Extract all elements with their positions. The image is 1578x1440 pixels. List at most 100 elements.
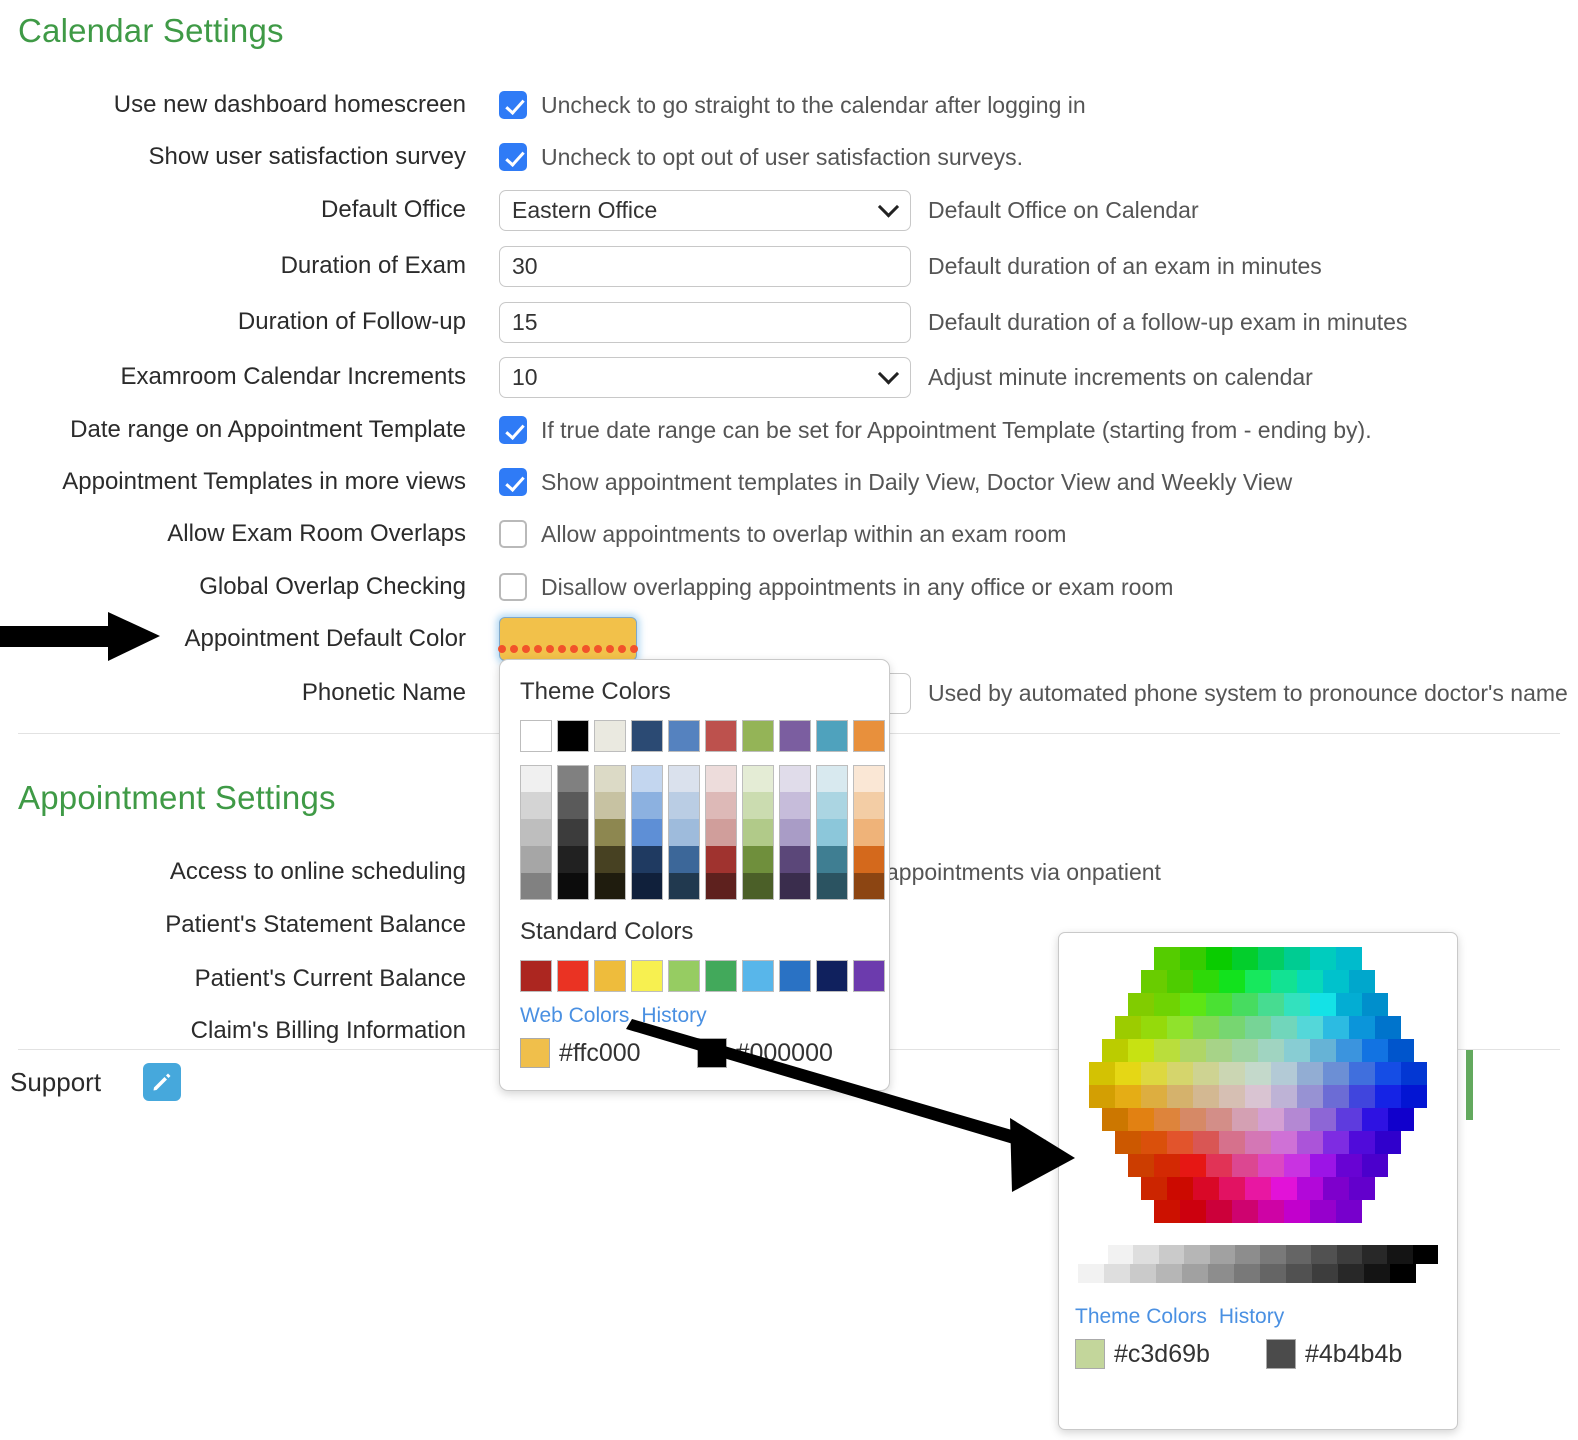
theme-tint-swatch[interactable] xyxy=(742,792,774,819)
wheel-swatch[interactable] xyxy=(1323,1062,1349,1085)
theme-tint-swatch[interactable] xyxy=(520,846,552,873)
wheel-swatch[interactable] xyxy=(1232,1154,1258,1177)
theme-color-swatch[interactable] xyxy=(742,720,774,752)
wheel-swatch[interactable] xyxy=(1258,947,1284,970)
wheel-swatch[interactable] xyxy=(1128,1108,1154,1131)
standard-color-swatch[interactable] xyxy=(779,960,811,992)
wheel-swatch[interactable] xyxy=(1323,1016,1349,1039)
theme-tint-swatch[interactable] xyxy=(631,873,663,900)
wheel-swatch[interactable] xyxy=(1245,1177,1271,1200)
gray-swatch[interactable] xyxy=(1312,1264,1338,1283)
theme-tint-swatch[interactable] xyxy=(668,846,700,873)
theme-tint-swatch[interactable] xyxy=(520,873,552,900)
wheel-swatch[interactable] xyxy=(1154,993,1180,1016)
wheel-swatch[interactable] xyxy=(1297,1177,1323,1200)
theme-color-swatch[interactable] xyxy=(557,720,589,752)
wheel-swatch[interactable] xyxy=(1271,970,1297,993)
theme-tint-swatch[interactable] xyxy=(668,819,700,846)
theme-tint-swatch[interactable] xyxy=(742,819,774,846)
wheel-swatch[interactable] xyxy=(1232,993,1258,1016)
theme-color-swatch[interactable] xyxy=(668,720,700,752)
wheel-swatch[interactable] xyxy=(1336,993,1362,1016)
theme-tint-swatch[interactable] xyxy=(816,792,848,819)
web-history-link[interactable]: History xyxy=(1219,1305,1284,1328)
theme-colors-link[interactable]: Theme Colors xyxy=(1075,1305,1207,1328)
wheel-swatch[interactable] xyxy=(1362,1154,1388,1177)
standard-color-swatch[interactable] xyxy=(816,960,848,992)
wheel-swatch[interactable] xyxy=(1284,1154,1310,1177)
grayscale-strip[interactable] xyxy=(1078,1245,1439,1283)
theme-color-swatch[interactable] xyxy=(779,720,811,752)
wheel-swatch[interactable] xyxy=(1362,1108,1388,1131)
theme-tint-swatch[interactable] xyxy=(705,819,737,846)
theme-tint-swatch[interactable] xyxy=(816,819,848,846)
web-history-chip-2[interactable] xyxy=(1265,1339,1296,1369)
theme-tint-swatch[interactable] xyxy=(853,765,885,792)
theme-tint-swatch[interactable] xyxy=(816,846,848,873)
theme-tint-swatch[interactable] xyxy=(594,792,626,819)
wheel-swatch[interactable] xyxy=(1401,1085,1427,1108)
theme-color-swatch[interactable] xyxy=(816,720,848,752)
wheel-swatch[interactable] xyxy=(1219,1131,1245,1154)
wheel-swatch[interactable] xyxy=(1232,1039,1258,1062)
color-wheel[interactable] xyxy=(1078,947,1438,1223)
wheel-swatch[interactable] xyxy=(1206,1200,1232,1223)
wheel-swatch[interactable] xyxy=(1102,1039,1128,1062)
gray-swatch[interactable] xyxy=(1390,1264,1416,1283)
theme-tint-swatch[interactable] xyxy=(520,765,552,792)
theme-color-swatch[interactable] xyxy=(631,720,663,752)
wheel-swatch[interactable] xyxy=(1219,1177,1245,1200)
theme-tint-swatch[interactable] xyxy=(816,765,848,792)
theme-tint-swatch[interactable] xyxy=(557,873,589,900)
wheel-swatch[interactable] xyxy=(1349,1016,1375,1039)
wheel-swatch[interactable] xyxy=(1362,1039,1388,1062)
wheel-swatch[interactable] xyxy=(1206,993,1232,1016)
theme-tint-swatch[interactable] xyxy=(594,873,626,900)
gray-swatch[interactable] xyxy=(1285,1245,1312,1264)
wheel-swatch[interactable] xyxy=(1297,1016,1323,1039)
wheel-swatch[interactable] xyxy=(1271,1177,1297,1200)
wheel-swatch[interactable] xyxy=(1154,1108,1180,1131)
standard-color-swatch[interactable] xyxy=(742,960,774,992)
wheel-swatch[interactable] xyxy=(1271,1016,1297,1039)
standard-color-swatch[interactable] xyxy=(705,960,737,992)
wheel-swatch[interactable] xyxy=(1258,1154,1284,1177)
wheel-swatch[interactable] xyxy=(1180,993,1206,1016)
theme-tint-swatch[interactable] xyxy=(742,765,774,792)
wheel-swatch[interactable] xyxy=(1128,1154,1154,1177)
wheel-swatch[interactable] xyxy=(1154,947,1180,970)
wheel-swatch[interactable] xyxy=(1271,1062,1297,1085)
standard-color-swatch[interactable] xyxy=(520,960,552,992)
wheel-swatch[interactable] xyxy=(1141,1085,1167,1108)
wheel-swatch[interactable] xyxy=(1336,1200,1362,1223)
history-chip-2[interactable] xyxy=(696,1038,727,1068)
wheel-swatch[interactable] xyxy=(1167,970,1193,993)
pencil-icon[interactable] xyxy=(143,1063,182,1101)
wheel-swatch[interactable] xyxy=(1271,1131,1297,1154)
web-colors-link[interactable]: Web Colors xyxy=(520,1004,629,1027)
wheel-swatch[interactable] xyxy=(1219,1085,1245,1108)
theme-tint-swatch[interactable] xyxy=(853,873,885,900)
text-field[interactable]: 15 xyxy=(499,301,911,343)
theme-tint-swatch[interactable] xyxy=(520,792,552,819)
wheel-swatch[interactable] xyxy=(1336,947,1362,970)
wheel-swatch[interactable] xyxy=(1284,947,1310,970)
checkbox-unchecked[interactable] xyxy=(499,520,527,548)
checkbox-checked[interactable] xyxy=(499,468,527,496)
wheel-swatch[interactable] xyxy=(1167,1062,1193,1085)
wheel-swatch[interactable] xyxy=(1245,970,1271,993)
wheel-swatch[interactable] xyxy=(1349,1062,1375,1085)
wheel-swatch[interactable] xyxy=(1323,1131,1349,1154)
gray-swatch[interactable] xyxy=(1130,1264,1156,1283)
wheel-swatch[interactable] xyxy=(1284,1039,1310,1062)
wheel-swatch[interactable] xyxy=(1115,1062,1141,1085)
wheel-swatch[interactable] xyxy=(1167,1085,1193,1108)
theme-tint-swatch[interactable] xyxy=(853,792,885,819)
theme-tint-swatch[interactable] xyxy=(594,846,626,873)
wheel-swatch[interactable] xyxy=(1232,947,1258,970)
wheel-swatch[interactable] xyxy=(1349,970,1375,993)
theme-tint-swatch[interactable] xyxy=(557,846,589,873)
theme-tint-swatch[interactable] xyxy=(557,819,589,846)
theme-color-swatch[interactable] xyxy=(520,720,552,752)
theme-tint-swatch[interactable] xyxy=(816,873,848,900)
